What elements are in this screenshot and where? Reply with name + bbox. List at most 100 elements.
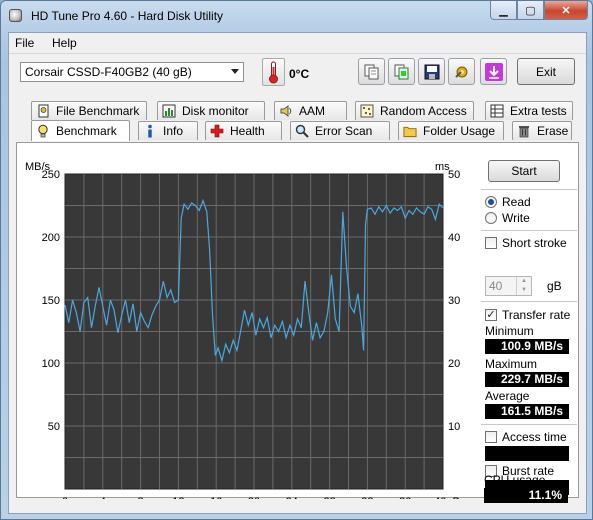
- divider: [481, 230, 577, 231]
- transfer-rate-label: Transfer rate: [502, 308, 571, 322]
- benchmark-controls: Start Read Write Short stroke 40 ▲ ▼ gB: [473, 143, 579, 499]
- short-stroke-spinner[interactable]: 40 ▲ ▼: [485, 276, 532, 296]
- save-icon: [424, 64, 439, 79]
- start-button[interactable]: Start: [488, 160, 560, 182]
- disk-monitor-icon: [162, 104, 176, 118]
- exit-button[interactable]: Exit: [517, 58, 575, 85]
- drive-select-value: Corsair CSSD-F40GB2 (40 gB): [25, 65, 192, 79]
- maximum-value: 229.7 MB/s: [485, 372, 569, 387]
- tab-health[interactable]: Health: [205, 121, 282, 140]
- extra-tests-icon: [490, 104, 504, 118]
- menu-bar: File Help: [9, 33, 586, 53]
- file-benchmark-icon: [36, 104, 50, 118]
- tab-erase[interactable]: Erase: [512, 121, 572, 140]
- y-tick-label: 150: [42, 295, 60, 307]
- download-icon: [484, 62, 503, 81]
- copy-screen-button[interactable]: [388, 58, 415, 85]
- menu-help[interactable]: Help: [52, 36, 77, 50]
- menu-separator: [9, 53, 586, 54]
- minimum-value: 100.9 MB/s: [485, 339, 569, 354]
- tab-label: Folder Usage: [423, 124, 496, 138]
- options-button[interactable]: [448, 58, 475, 85]
- x-tick-label: 28: [323, 496, 335, 499]
- y2-tick-label: 20: [448, 358, 460, 370]
- y-tick-label: 50: [48, 421, 60, 433]
- x-tick-label: 40gB: [434, 496, 460, 499]
- transfer-rate-chart: MB/sms2502001501005050403020100481216202…: [25, 161, 460, 499]
- benchmark-panel: MB/sms2502001501005050403020100481216202…: [16, 142, 579, 499]
- tab-label: Random Access: [380, 104, 467, 118]
- x-tick-label: 24: [286, 496, 298, 499]
- tab-label: File Benchmark: [56, 104, 140, 118]
- tab-label: Info: [163, 124, 184, 138]
- maximum-label: Maximum: [485, 357, 538, 371]
- spin-up-icon[interactable]: ▲: [517, 277, 531, 286]
- tab-error-scan[interactable]: Error Scan: [290, 121, 390, 140]
- divider: [481, 424, 577, 425]
- x-tick-label: 32: [361, 496, 373, 499]
- average-label: Average: [485, 389, 530, 403]
- close-button[interactable]: ✕: [544, 1, 588, 20]
- minimum-label: Minimum: [485, 324, 534, 338]
- tab-random-access[interactable]: Random Access: [355, 101, 474, 120]
- tab-folder-usage[interactable]: Folder Usage: [398, 121, 504, 140]
- window-title: HD Tune Pro 4.60 - Hard Disk Utility: [31, 9, 224, 23]
- menu-file[interactable]: File: [15, 36, 34, 50]
- folder-icon: [403, 124, 417, 138]
- tab-label: Health: [230, 124, 265, 138]
- read-label: Read: [502, 195, 531, 209]
- tab-extra-tests[interactable]: Extra tests: [485, 101, 573, 120]
- y2-tick-label: 10: [448, 421, 460, 433]
- short-stroke-checkbox[interactable]: [485, 237, 497, 249]
- write-label: Write: [502, 211, 530, 225]
- divider: [481, 301, 577, 302]
- chevron-down-icon: [231, 69, 239, 74]
- x-tick-label: 36: [399, 496, 411, 499]
- toolbar: Corsair CSSD-F40GB2 (40 gB) 0°C Exit: [9, 56, 586, 92]
- y2-tick-label: 50: [448, 169, 460, 181]
- y2-tick-label: 40: [448, 232, 460, 244]
- y-tick-label: 200: [42, 232, 60, 244]
- speaker-icon: [279, 104, 293, 118]
- x-tick-label: 8: [138, 496, 144, 499]
- drive-select[interactable]: Corsair CSSD-F40GB2 (40 gB): [20, 62, 244, 82]
- checkmark-icon: ✓: [486, 309, 496, 321]
- tab-label: AAM: [299, 104, 326, 118]
- title-bar[interactable]: HD Tune Pro 4.60 - Hard Disk Utility ▁ ▢…: [1, 1, 593, 31]
- tab-label: Extra tests: [510, 104, 567, 118]
- tab-disk-monitor[interactable]: Disk monitor: [157, 101, 265, 120]
- copy-icon: [364, 64, 378, 79]
- minimize-button[interactable]: ▁: [490, 1, 517, 20]
- tabs-top-row: File Benchmark Disk monitor AAM Random A…: [9, 101, 586, 121]
- spin-down-icon[interactable]: ▼: [517, 286, 531, 295]
- info-icon: [143, 124, 157, 138]
- y2-tick-label: 30: [448, 295, 460, 307]
- tabs-bottom-row: Benchmark Info Health Error Scan Folder …: [9, 120, 586, 141]
- tab-label: Disk monitor: [182, 104, 249, 118]
- access-time-checkbox[interactable]: [485, 431, 497, 443]
- copy-button[interactable]: [358, 58, 385, 85]
- write-radio[interactable]: [485, 212, 497, 224]
- health-cross-icon: [210, 124, 224, 138]
- tab-benchmark[interactable]: Benchmark: [31, 120, 130, 141]
- download-button[interactable]: [480, 58, 507, 85]
- app-icon: [9, 9, 22, 22]
- tab-aam[interactable]: AAM: [274, 101, 347, 120]
- maximize-button[interactable]: ▢: [517, 1, 544, 20]
- transfer-rate-checkbox[interactable]: ✓: [485, 309, 497, 321]
- average-value: 161.5 MB/s: [485, 404, 569, 419]
- tab-label: Error Scan: [315, 124, 373, 138]
- trash-icon: [517, 124, 531, 138]
- options-icon: [454, 66, 467, 78]
- x-tick-label: 4: [100, 496, 106, 499]
- lightbulb-icon: [36, 124, 50, 138]
- divider: [481, 189, 577, 190]
- read-radio[interactable]: [485, 196, 497, 208]
- random-access-icon: [360, 104, 374, 118]
- tab-info[interactable]: Info: [138, 121, 198, 140]
- x-tick-label: 12: [172, 496, 184, 499]
- tab-file-benchmark[interactable]: File Benchmark: [31, 101, 147, 120]
- x-tick-label: 16: [210, 496, 222, 499]
- save-button[interactable]: [418, 58, 445, 85]
- access-time-label: Access time: [502, 430, 567, 444]
